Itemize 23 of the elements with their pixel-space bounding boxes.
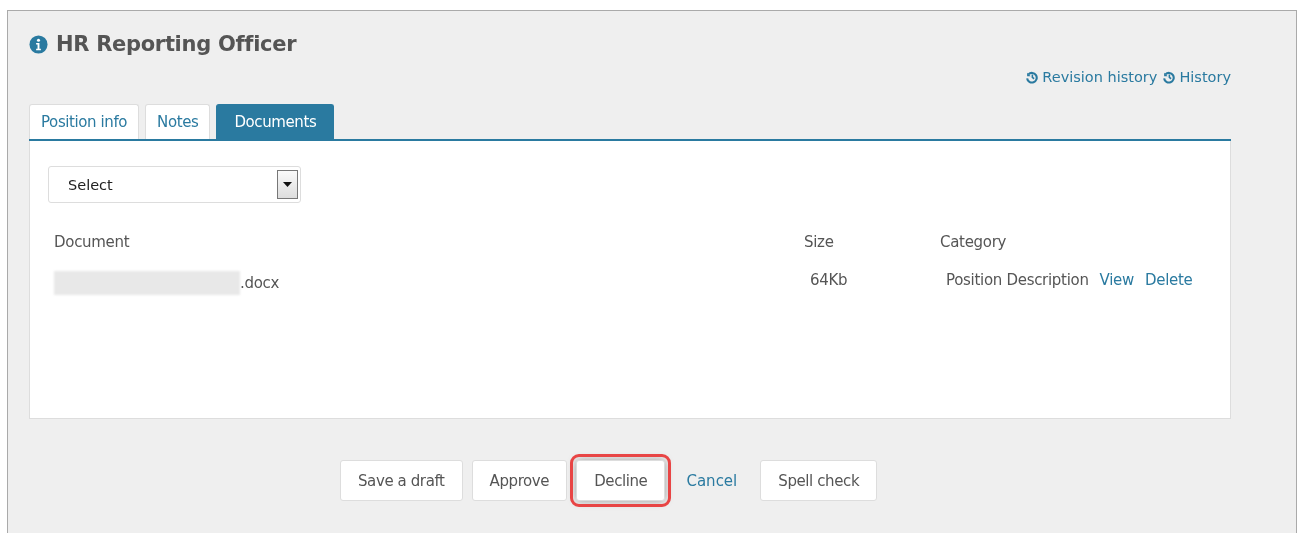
cancel-link[interactable]: Cancel — [674, 471, 752, 490]
action-button[interactable]: Spell check — [760, 460, 878, 501]
history-link[interactable]: Revision history — [1024, 69, 1158, 85]
action-link[interactable]: Delete — [1145, 271, 1193, 295]
action-button[interactable]: Save a draft — [340, 460, 463, 501]
column-header: Size — [804, 233, 835, 253]
column-header: Document — [54, 233, 131, 253]
action-link[interactable]: View — [1099, 271, 1134, 295]
column-header: Category — [940, 233, 1008, 253]
caret-icon — [283, 182, 292, 187]
info-icon — [29, 34, 48, 54]
tab[interactable]: Documents — [216, 104, 335, 139]
tab[interactable]: Position info — [29, 104, 140, 139]
history-link[interactable]: History — [1161, 69, 1231, 85]
table-cell: .docx — [240, 274, 280, 292]
table-cell-text: Position Description — [946, 271, 1089, 291]
page-title: HR Reporting Officer — [56, 32, 297, 56]
select-dropdown[interactable]: Select — [48, 166, 301, 203]
history-icon — [1024, 70, 1040, 84]
history-icon — [1161, 70, 1177, 84]
action-button[interactable]: Approve — [471, 460, 568, 501]
table-cell-text: 64Kb — [809, 271, 849, 291]
tab[interactable]: Notes — [145, 104, 211, 139]
